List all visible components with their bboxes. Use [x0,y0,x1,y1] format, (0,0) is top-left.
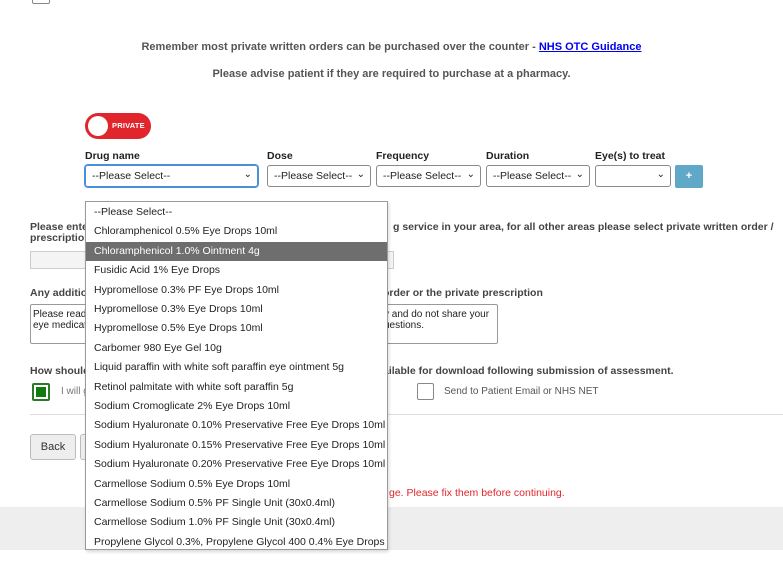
textarea-line-1: Please read [33,309,87,320]
dropdown-option[interactable]: Hypromellose 0.5% Eye Drops 10ml [86,319,387,338]
send-email-label: Send to Patient Email or NHS NET [444,386,599,397]
notes-textarea-left[interactable]: Please read eye medicat [30,304,92,344]
top-checkbox[interactable] [32,0,50,4]
dose-label: Dose [267,150,293,162]
back-button[interactable]: Back [30,434,76,460]
send-email-checkbox[interactable] [417,383,434,400]
private-toggle[interactable]: PRIVATE [85,113,151,139]
textarea-line-2-right: uestions. [384,320,425,331]
chevron-down-icon: ⌄ [466,169,475,180]
how-label-left: How should [30,365,90,377]
dropdown-option[interactable]: --Please Select-- [86,203,387,222]
enter-prompt-left-2: prescription [30,232,91,244]
enter-prompt-right: g service in your area, for all other ar… [393,221,774,233]
chevron-down-icon: ⌄ [356,169,365,180]
checkbox-fill [36,387,46,397]
dropdown-option[interactable]: Liquid paraffin with white soft paraffin… [86,358,387,377]
dropdown-option[interactable]: Sodium Hyaluronate 0.10% Preservative Fr… [86,416,387,435]
otc-notice: Remember most private written orders can… [0,41,783,53]
add-drug-button[interactable]: + [675,165,703,188]
frequency-select[interactable]: --Please Select-- ⌄ [376,165,481,187]
dropdown-option[interactable]: Carbomer 980 Eye Gel 10g [86,339,387,358]
toggle-label: PRIVATE [112,121,145,130]
textarea-line-1-right: y and do not share your [384,309,490,320]
dropdown-option[interactable]: Carmellose Sodium 0.5% PF Single Unit (3… [86,494,387,513]
how-label-right: ailable for download following submissio… [383,365,674,377]
duration-select[interactable]: --Please Select-- ⌄ [486,165,590,187]
dropdown-option[interactable]: Retinol palmitate with white soft paraff… [86,378,387,397]
dropdown-option[interactable]: Hypromellose 0.3% Eye Drops 10ml [86,300,387,319]
dropdown-option[interactable]: Carmellose Sodium 0.5% Eye Drops 10ml [86,475,387,494]
dropdown-option[interactable]: Fusidic Acid 1% Eye Drops [86,261,387,280]
dropdown-option[interactable]: Chloramphenicol 0.5% Eye Drops 10ml [86,222,387,241]
dropdown-option[interactable]: Sodium Hyaluronate 0.20% Preservative Fr… [86,455,387,474]
duration-label: Duration [486,150,530,162]
chevron-down-icon: ⌄ [656,169,665,180]
otc-notice-text: Remember most private written orders can… [141,41,539,53]
notes-textarea-right[interactable]: y and do not share your uestions. [383,304,498,344]
validation-error: ge. Please fix them before continuing. [389,487,565,499]
frequency-label: Frequency [376,150,430,162]
drug-name-select[interactable]: --Please Select-- ⌄ [84,164,259,188]
frequency-value: --Please Select-- [383,170,462,182]
duration-value: --Please Select-- [493,170,572,182]
nhs-otc-guidance-link[interactable]: NHS OTC Guidance [539,41,642,53]
dropdown-option[interactable]: Propylene Glycol 0.3%, Propylene Glycol … [86,533,387,552]
drug-name-dropdown-list[interactable]: --Please Select-- Chloramphenicol 0.5% Ey… [85,201,388,550]
dropdown-option[interactable]: Chloramphenicol 1.0% Ointment 4g [86,241,387,262]
dose-value: --Please Select-- [274,170,353,182]
textarea-line-2: eye medicat [33,320,87,331]
dropdown-option[interactable]: Hypromellose 0.3% PF Eye Drops 10ml [86,281,387,300]
additional-label-left: Any additio [30,287,88,299]
eyes-label: Eye(s) to treat [595,150,666,162]
chevron-down-icon: ⌄ [243,169,252,180]
dropdown-option[interactable]: Sodium Cromoglicate 2% Eye Drops 10ml [86,397,387,416]
eyes-select[interactable]: ⌄ [595,165,671,187]
i-will-checkbox[interactable] [32,383,50,401]
dose-select[interactable]: --Please Select-- ⌄ [267,165,371,187]
chevron-down-icon: ⌄ [575,169,584,180]
drug-name-value: --Please Select-- [92,170,171,182]
drug-name-label: Drug name [85,150,140,162]
dropdown-option[interactable]: Sodium Hyaluronate 0.15% Preservative Fr… [86,436,387,455]
toggle-knob [88,116,108,136]
purchase-advice: Please advise patient if they are requir… [212,68,571,80]
service-input[interactable] [30,251,92,269]
dropdown-option[interactable]: Carmellose Sodium 1.0% PF Single Unit (3… [86,513,387,532]
additional-label-right: order or the private prescription [383,287,543,299]
